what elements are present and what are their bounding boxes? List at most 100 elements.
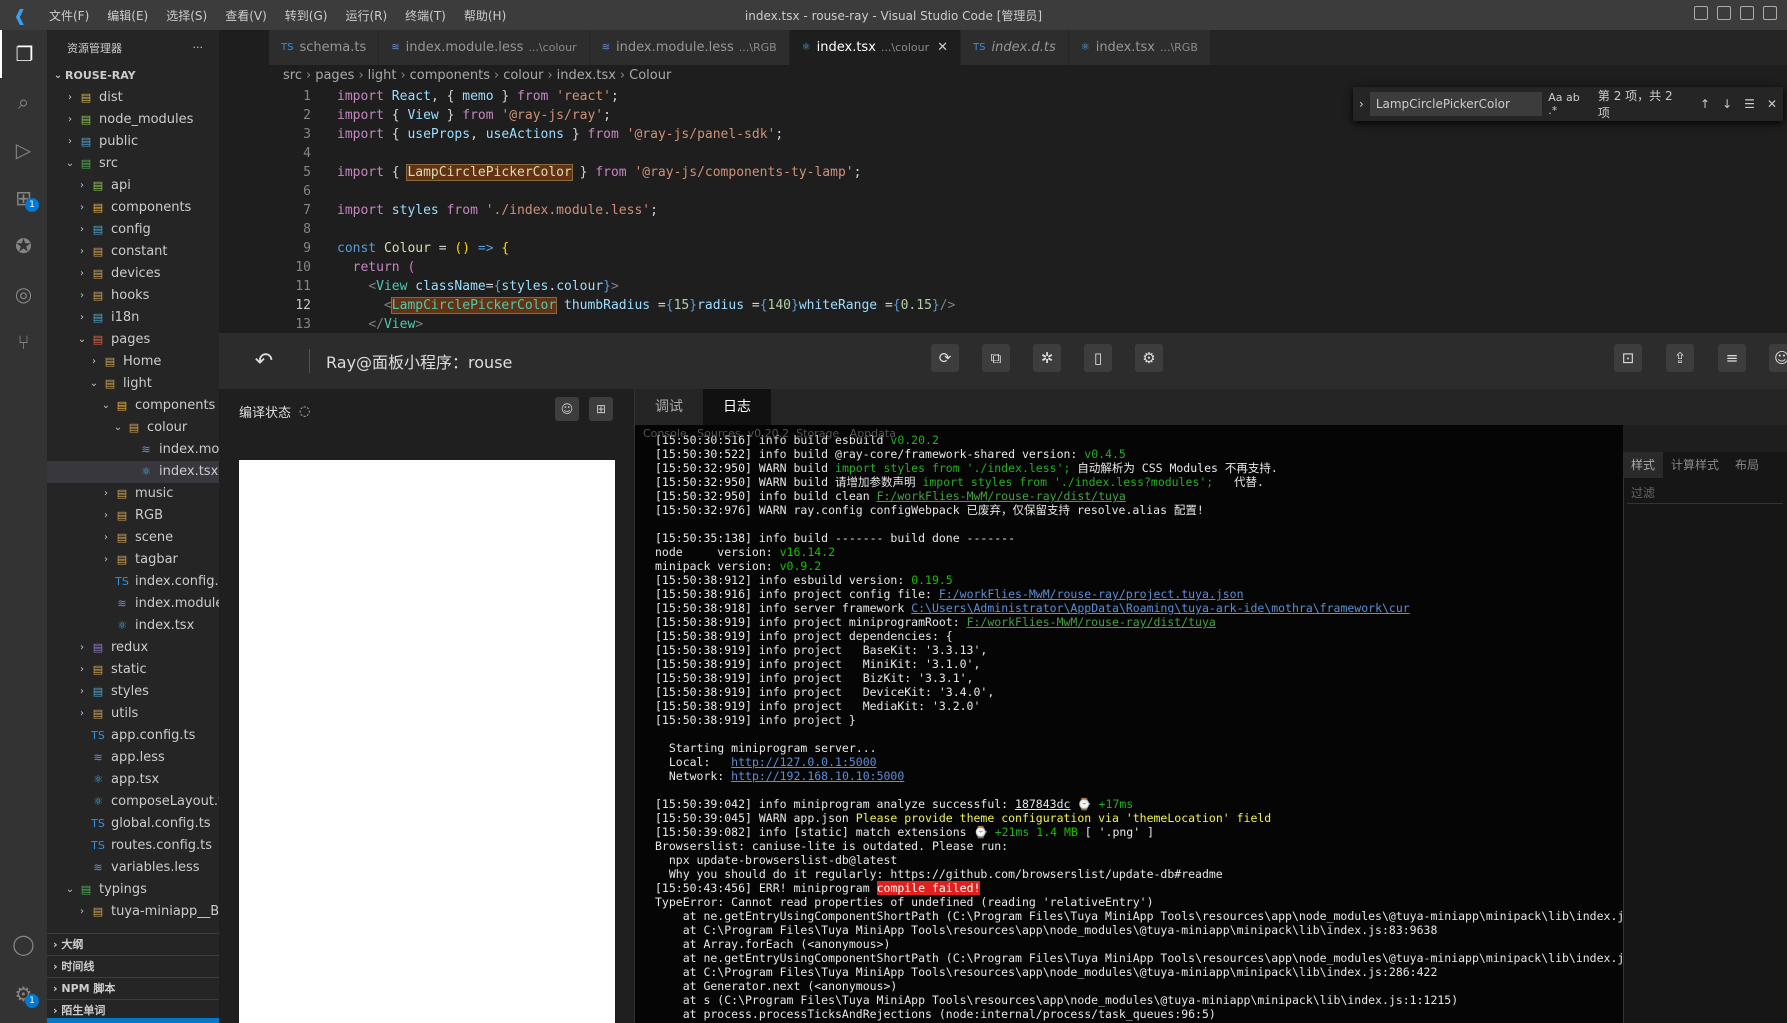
tree-item[interactable]: › ▤ dist: [47, 87, 219, 109]
editor-tab[interactable]: TS schema.ts: [269, 30, 380, 65]
menu-item[interactable]: 选择(S): [157, 9, 216, 23]
code-line[interactable]: 7 import styles from './index.module.less…: [269, 201, 1787, 220]
code-line[interactable]: 5 import { LampCirclePickerColor } from '…: [269, 163, 1787, 182]
tree-item[interactable]: ≋ index.module.less: [47, 439, 219, 461]
more-actions-icon[interactable]: ···: [193, 41, 204, 54]
tree-item[interactable]: TS app.config.ts: [47, 725, 219, 747]
editor-tab[interactable]: ⚛ index.tsx ...\RGB: [1068, 30, 1211, 65]
tree-item[interactable]: › ▤ devices: [47, 263, 219, 285]
tree-item[interactable]: › ▤ api: [47, 175, 219, 197]
remote-icon[interactable]: ◎: [0, 270, 47, 318]
breadcrumb-item[interactable]: pages: [315, 68, 354, 83]
menu-item[interactable]: 编辑(E): [98, 9, 157, 23]
close-tab-icon[interactable]: ✕: [937, 40, 948, 55]
log-link[interactable]: F:/workFlies-MwM/rouse-ray/project.tuya.…: [939, 587, 1244, 601]
tree-item[interactable]: › ▤ node_modules: [47, 109, 219, 131]
editor-tab[interactable]: ≋ index.module.less ...\RGB: [589, 30, 790, 65]
tree-item[interactable]: ⌄ ▤ src: [47, 153, 219, 175]
log-link[interactable]: http://127.0.0.1:5000: [731, 755, 876, 769]
tree-item[interactable]: ⌄ ▤ components: [47, 395, 219, 417]
menu-item[interactable]: 查看(V): [216, 9, 276, 23]
extensions-icon[interactable]: ⊞ 1: [0, 174, 47, 222]
source-control-icon[interactable]: ⑂: [0, 318, 47, 366]
tree-item[interactable]: ⌄ ▤ pages: [47, 329, 219, 351]
tree-item[interactable]: › ▤ tuya-miniapp__Base: [47, 901, 219, 923]
sidebar-section[interactable]: › NPM 脚本: [47, 977, 219, 999]
run-debug-icon[interactable]: ▷: [0, 126, 47, 174]
code-line[interactable]: 11 <View className={styles.colour}>: [269, 277, 1787, 296]
breadcrumb-item[interactable]: colour: [503, 68, 543, 83]
code-editor[interactable]: 1 import React, { memo } from 'react'; 2 im…: [269, 87, 1787, 332]
menu-item[interactable]: 运行(R): [336, 9, 396, 23]
tree-item[interactable]: › ▤ static: [47, 659, 219, 681]
log-link[interactable]: http://192.168.10.10:5000: [731, 769, 904, 783]
tree-item[interactable]: ⌄ ▤ light: [47, 373, 219, 395]
tree-item[interactable]: › ▤ utils: [47, 703, 219, 725]
tree-item[interactable]: › ▤ RGB: [47, 505, 219, 527]
tree-item[interactable]: TS global.config.ts: [47, 813, 219, 835]
device-icon[interactable]: ▯: [1084, 344, 1112, 372]
code-line[interactable]: 10 return (: [269, 258, 1787, 277]
breadcrumb-item[interactable]: src: [283, 68, 302, 83]
tree-item[interactable]: ⚛ composeLayout.tsx: [47, 791, 219, 813]
toggle-replace-icon[interactable]: ›: [1359, 97, 1364, 111]
styles-filter-input[interactable]: 过滤: [1627, 482, 1783, 504]
tree-item[interactable]: ⌄ ▤ typings: [47, 879, 219, 901]
close-find-icon[interactable]: ✕: [1767, 97, 1777, 111]
grid-icon[interactable]: ⊞: [589, 397, 613, 421]
breadcrumb-item[interactable]: light: [368, 68, 397, 83]
find-input[interactable]: LampCirclePickerColor: [1369, 92, 1543, 116]
log-link[interactable]: F:/workFlies-MwM/rouse-ray/dist/tuya: [967, 615, 1216, 629]
editor-tab[interactable]: TS index.d.ts: [961, 30, 1069, 65]
tree-item[interactable]: › ▤ styles: [47, 681, 219, 703]
editor-tab[interactable]: ≋ index.module.less ...\colour: [379, 30, 590, 65]
sidebar-section[interactable]: › 时间线: [47, 955, 219, 977]
simulator-screen[interactable]: [239, 460, 615, 1023]
tree-item[interactable]: ⚛ index.tsx: [47, 615, 219, 637]
user-avatar-icon[interactable]: ☺: [555, 397, 579, 421]
tab-computed[interactable]: 计算样式: [1663, 452, 1727, 478]
tab-log[interactable]: 日志: [703, 389, 771, 425]
tree-item[interactable]: › ▤ components: [47, 197, 219, 219]
user-icon[interactable]: ☺: [1769, 344, 1787, 372]
explorer-icon[interactable]: ❐: [0, 30, 47, 78]
tree-item[interactable]: › ▤ scene: [47, 527, 219, 549]
tree-item[interactable]: › ▤ redux: [47, 637, 219, 659]
tree-item[interactable]: › ▤ music: [47, 483, 219, 505]
tree-item[interactable]: ≋ index.module.less: [47, 593, 219, 615]
tree-item[interactable]: › ▤ Home: [47, 351, 219, 373]
tree-item[interactable]: › ▤ hooks: [47, 285, 219, 307]
refresh-icon[interactable]: ⟳: [931, 344, 959, 372]
log-link[interactable]: C:\Users\Administrator\AppData\Roaming\t…: [911, 601, 1410, 615]
code-line[interactable]: 12 <LampCirclePickerColor thumbRadius ={…: [269, 296, 1787, 315]
menu-item[interactable]: 帮助(H): [455, 9, 515, 23]
log-link[interactable]: F:/workFlies-MwM/rouse-ray/dist/tuya: [877, 489, 1126, 503]
breadcrumb-item[interactable]: index.tsx: [557, 68, 616, 83]
log-output[interactable]: Console Sources v0.20.2 Storage Appdata […: [635, 425, 1623, 1023]
toggle-secondary-sidebar-icon[interactable]: [1740, 6, 1754, 20]
toggle-panel-icon[interactable]: [1717, 6, 1731, 20]
toggle-sidebar-icon[interactable]: [1694, 6, 1708, 20]
workspace-root[interactable]: ⌄ ROUSE-RAY: [47, 65, 219, 87]
code-line[interactable]: 6: [269, 182, 1787, 201]
tab-debug[interactable]: 调试: [635, 389, 703, 425]
upload-icon[interactable]: ⇪: [1666, 344, 1694, 372]
code-line[interactable]: 9 const Colour = () => {: [269, 239, 1787, 258]
tree-item[interactable]: › ▤ tagbar: [47, 549, 219, 571]
menu-item[interactable]: 终端(T): [396, 9, 455, 23]
menu-list-icon[interactable]: ≡: [1718, 344, 1746, 372]
tree-item[interactable]: › ▤ config: [47, 219, 219, 241]
settings-cog-icon[interactable]: ⚙: [1135, 344, 1163, 372]
tree-item[interactable]: TS index.config.ts: [47, 571, 219, 593]
tab-styles[interactable]: 样式: [1623, 452, 1664, 478]
tree-item[interactable]: › ▤ i18n: [47, 307, 219, 329]
tree-item[interactable]: ⚛ index.tsx: [47, 461, 219, 483]
code-line[interactable]: 3 import { useProps, useActions } from '@…: [269, 125, 1787, 144]
breadcrumb-item[interactable]: components: [410, 68, 490, 83]
sidebar-section[interactable]: › 大纲: [47, 933, 219, 955]
tree-item[interactable]: ⚛ app.tsx: [47, 769, 219, 791]
breadcrumb-item[interactable]: Colour: [629, 68, 671, 83]
manage-gear-icon[interactable]: ⚙ 1: [0, 970, 47, 1018]
accounts-icon[interactable]: ◯: [0, 920, 47, 968]
previous-match-icon[interactable]: ↑: [1700, 97, 1710, 111]
